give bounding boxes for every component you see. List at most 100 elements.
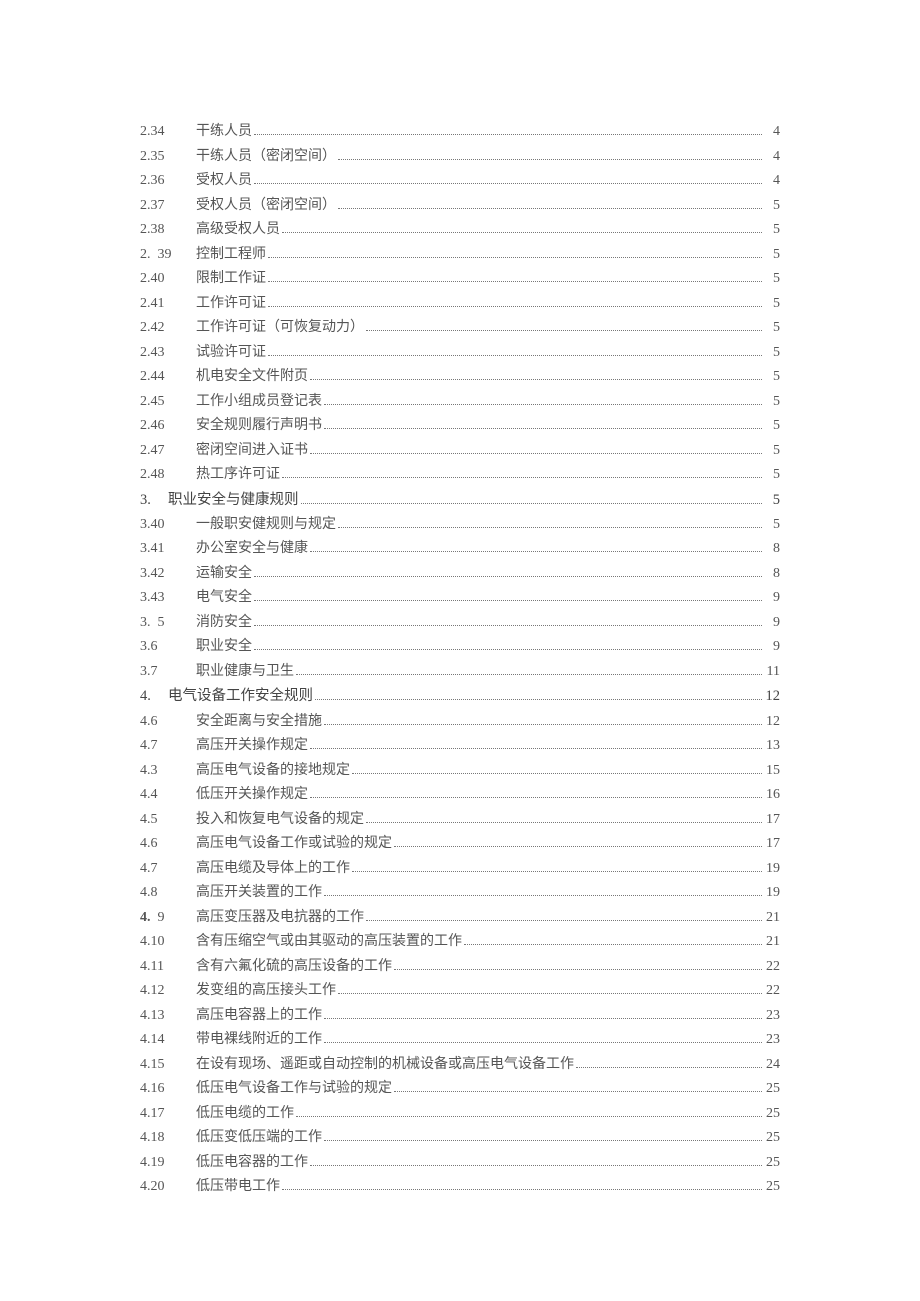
toc-page: 4 (764, 145, 780, 170)
toc-entry: 3. 5消防安全9 (140, 611, 780, 636)
toc-title: 含有六氟化硫的高压设备的工作 (196, 955, 392, 980)
toc-entry: 2.34干练人员4 (140, 120, 780, 145)
toc-page: 5 (764, 218, 780, 243)
toc-entry: 4.电气设备工作安全规则12 (140, 684, 780, 709)
toc-number: 2.37 (140, 194, 196, 219)
toc-page: 9 (764, 635, 780, 660)
toc-leader (394, 846, 762, 847)
toc-page: 4 (764, 120, 780, 145)
toc-entry: 2.41工作许可证5 (140, 292, 780, 317)
toc-number: 2.45 (140, 390, 196, 415)
toc-title: 工作许可证 (196, 292, 266, 317)
toc-number: 3.7 (140, 660, 196, 685)
toc-number: 4.17 (140, 1102, 196, 1127)
toc-leader (464, 944, 762, 945)
toc-number: 4.7 (140, 857, 196, 882)
toc-number: 3.40 (140, 513, 196, 538)
toc-title: 职业安全 (196, 635, 252, 660)
toc-page: 4 (764, 169, 780, 194)
toc-entry: 4.10含有压缩空气或由其驱动的高压装置的工作21 (140, 930, 780, 955)
toc-title: 高压变压器及电抗器的工作 (196, 906, 364, 931)
toc-entry: 2.38高级受权人员5 (140, 218, 780, 243)
toc-entry: 4.11含有六氟化硫的高压设备的工作22 (140, 955, 780, 980)
toc-title: 含有压缩空气或由其驱动的高压装置的工作 (196, 930, 462, 955)
toc-number: 4.15 (140, 1053, 196, 1078)
toc-title: 低压开关操作规定 (196, 783, 308, 808)
toc-entry: 2.42工作许可证（可恢复动力）5 (140, 316, 780, 341)
toc-title: 低压带电工作 (196, 1175, 280, 1200)
toc-number: 2.40 (140, 267, 196, 292)
toc-entry: 4.4低压开关操作规定16 (140, 783, 780, 808)
toc-title: 高压电缆及导体上的工作 (196, 857, 350, 882)
toc-page: 5 (764, 488, 780, 513)
toc-number: 4. 9 (140, 906, 196, 931)
toc-number: 4.18 (140, 1126, 196, 1151)
toc-page: 15 (764, 759, 780, 784)
toc-page: 25 (764, 1151, 780, 1176)
toc-title: 发变组的高压接头工作 (196, 979, 336, 1004)
toc-title: 工作许可证（可恢复动力） (196, 316, 364, 341)
toc-entry: 4.8高压开关装置的工作19 (140, 881, 780, 906)
toc-leader (310, 379, 762, 380)
toc-title: 低压电容器的工作 (196, 1151, 308, 1176)
toc-page: 5 (764, 414, 780, 439)
toc-page: 8 (764, 562, 780, 587)
toc-leader (338, 993, 762, 994)
toc-number: 3. 5 (140, 611, 196, 636)
toc-number: 4.12 (140, 979, 196, 1004)
toc-number: 4.10 (140, 930, 196, 955)
toc-number: 4.13 (140, 1004, 196, 1029)
toc-page: 25 (764, 1077, 780, 1102)
toc-leader (352, 773, 762, 774)
toc-entry: 4.20低压带电工作25 (140, 1175, 780, 1200)
toc-title: 电气安全 (196, 586, 252, 611)
toc-title: 职业健康与卫生 (196, 660, 294, 685)
toc-title: 安全规则履行声明书 (196, 414, 322, 439)
toc-entry: 2. 39控制工程师5 (140, 243, 780, 268)
toc-page: 11 (764, 660, 780, 685)
toc-leader (310, 748, 762, 749)
toc-entry: 3.6职业安全 9 (140, 635, 780, 660)
toc-entry: 4.7高压电缆及导体上的工作 19 (140, 857, 780, 882)
toc-title: 高压开关装置的工作 (196, 881, 322, 906)
toc-leader (394, 969, 762, 970)
toc-title: 职业安全与健康规则 (168, 488, 299, 513)
toc-number: 4.8 (140, 881, 196, 906)
toc-entry: 4.6高压电气设备工作或试验的规定17 (140, 832, 780, 857)
toc-leader (268, 306, 762, 307)
toc-entry: 2.35干练人员（密闭空间）4 (140, 145, 780, 170)
toc-entry: 4.7高压开关操作规定13 (140, 734, 780, 759)
toc-number: 3.42 (140, 562, 196, 587)
toc-leader (254, 649, 762, 650)
toc-leader (282, 1189, 762, 1190)
toc-page: 19 (764, 857, 780, 882)
toc-entry: 4.16低压电气设备工作与试验的规定25 (140, 1077, 780, 1102)
toc-title: 高压电气设备工作或试验的规定 (196, 832, 392, 857)
toc-leader (324, 895, 762, 896)
toc-number: 2.34 (140, 120, 196, 145)
toc-leader (268, 355, 762, 356)
toc-title: 高压开关操作规定 (196, 734, 308, 759)
toc-page: 16 (764, 783, 780, 808)
toc-number: 4.5 (140, 808, 196, 833)
toc-title: 电气设备工作安全规则 (168, 684, 313, 709)
toc-number: 4.16 (140, 1077, 196, 1102)
toc-title: 控制工程师 (196, 243, 266, 268)
toc-number: 4.6 (140, 832, 196, 857)
toc-page: 5 (764, 390, 780, 415)
toc-entry: 3.43电气安全9 (140, 586, 780, 611)
toc-leader (324, 428, 762, 429)
toc-page: 25 (764, 1126, 780, 1151)
toc-page: 5 (764, 513, 780, 538)
toc-number: 4.6 (140, 710, 196, 735)
toc-number: 3.6 (140, 635, 196, 660)
toc-number: 4.14 (140, 1028, 196, 1053)
toc-title: 干练人员（密闭空间） (196, 145, 336, 170)
toc-entry: 2.48热工序许可证5 (140, 463, 780, 488)
toc-page: 9 (764, 611, 780, 636)
toc-title: 办公室安全与健康 (196, 537, 308, 562)
toc-number: 2.46 (140, 414, 196, 439)
toc-leader (324, 1140, 762, 1141)
toc-leader (254, 134, 762, 135)
toc-entry: 4.13高压电容器上的工作23 (140, 1004, 780, 1029)
